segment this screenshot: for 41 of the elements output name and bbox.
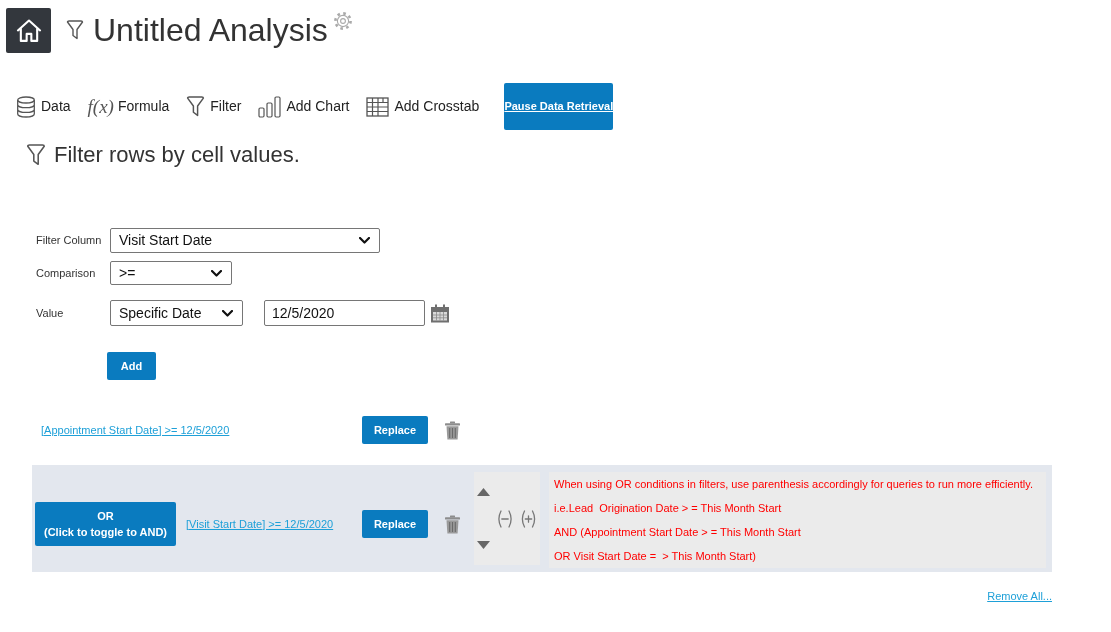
toolbar-button[interactable]: Add Crosstab xyxy=(366,96,480,117)
chevron-down-icon xyxy=(359,237,370,244)
value-type-select[interactable]: Specific Date xyxy=(110,300,243,326)
field-label: Value xyxy=(36,305,65,321)
connector-toggle-button[interactable]: OR (Click to toggle to AND) xyxy=(35,502,176,546)
filter-icon xyxy=(66,20,84,40)
home-button[interactable] xyxy=(6,8,51,53)
note-text: When using OR conditions in filters, use parenthesis accordingly for queries to run more efficiently. xyxy=(554,477,1034,492)
toolbar-button[interactable]: Add Chart xyxy=(258,95,350,118)
page-title: Untitled Analysis xyxy=(93,12,328,49)
filter-column-select[interactable]: Visit Start Date xyxy=(110,228,380,253)
field-label: Filter Column xyxy=(36,233,103,249)
parenthesized-plus-icon[interactable] xyxy=(519,509,538,528)
pause-data-retrieval-button[interactable]: Pause Data Retrieval xyxy=(504,83,614,130)
replace-button[interactable]: Replace xyxy=(362,416,428,444)
note-text: i.e.Lead Origination Date > = This Month Start xyxy=(554,501,783,516)
replace-button[interactable]: Replace xyxy=(362,510,428,538)
move-up-icon[interactable] xyxy=(477,488,490,496)
toolbar-button[interactable]: Data xyxy=(16,95,71,118)
toolbar-button[interactable]: Filter xyxy=(186,96,242,117)
note-text: OR Visit Start Date = > This Month Start) xyxy=(554,549,757,564)
chevron-down-icon xyxy=(222,309,233,317)
database-icon xyxy=(16,95,36,118)
filter-icon xyxy=(186,96,206,117)
chevron-down-icon xyxy=(211,269,222,277)
toolbar-button[interactable]: f(x) Formula xyxy=(87,95,170,118)
add-button[interactable]: Add xyxy=(107,352,156,380)
date-input[interactable]: 12/5/2020 xyxy=(264,300,425,326)
table-icon xyxy=(366,96,390,117)
filter-icon xyxy=(26,143,46,166)
trash-icon[interactable] xyxy=(444,514,461,534)
parenthesized-minus-icon[interactable] xyxy=(496,509,514,528)
comparison-select[interactable]: >= xyxy=(110,261,232,285)
field-label: Comparison xyxy=(36,265,97,281)
panel-heading: Filter rows by cell values. xyxy=(54,142,300,167)
note-text: AND (Appointment Start Date > = This Month Start xyxy=(554,525,802,540)
trash-icon[interactable] xyxy=(444,420,461,440)
fx-icon: f(x) xyxy=(87,95,114,118)
calendar-icon[interactable] xyxy=(430,303,450,323)
move-down-icon[interactable] xyxy=(477,541,490,549)
bar-chart-icon xyxy=(258,95,282,118)
